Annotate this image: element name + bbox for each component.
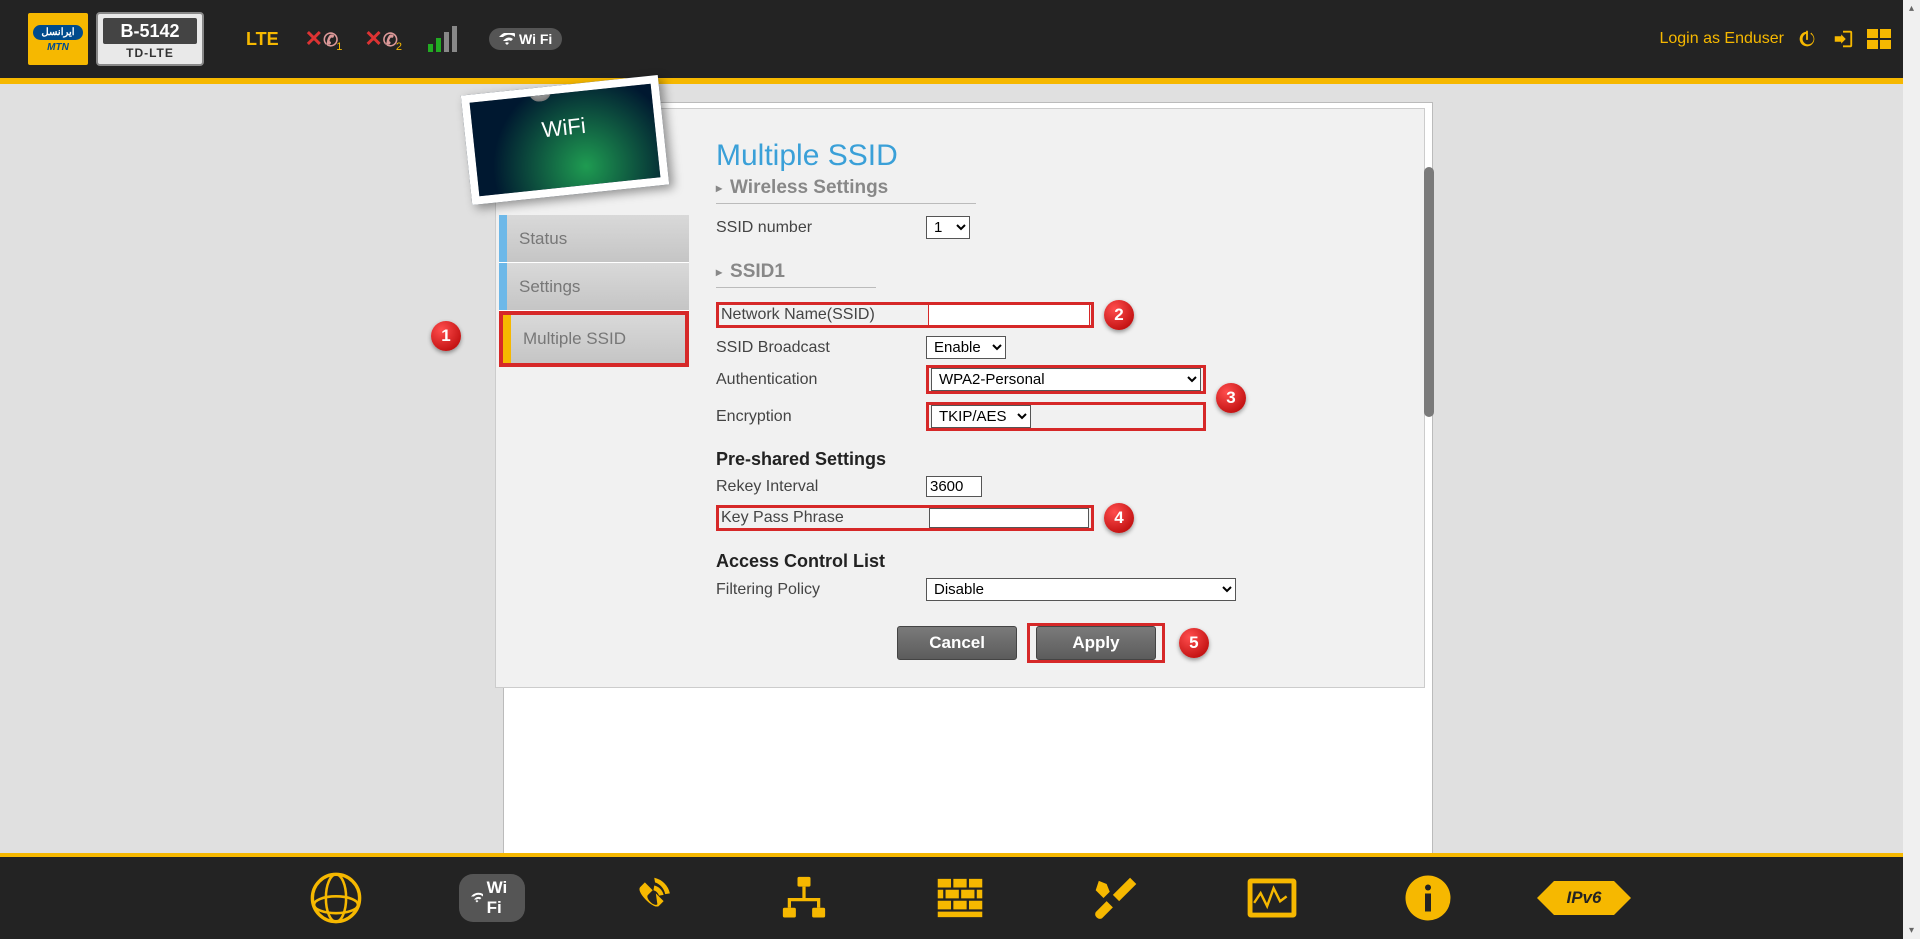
network-name-label: Network Name(SSID): [721, 306, 925, 324]
rekey-interval-label: Rekey Interval: [716, 478, 926, 496]
psk-header: Pre-shared Settings: [716, 449, 1384, 470]
logout-icon[interactable]: [1830, 26, 1856, 52]
acl-header: Access Control List: [716, 551, 1384, 572]
monitor-nav-icon[interactable]: [1242, 868, 1302, 928]
callout-badge-4: 4: [1104, 503, 1134, 533]
bottom-nav: Wi Fi IPv6: [0, 853, 1920, 939]
rekey-interval-input[interactable]: [926, 476, 982, 497]
encryption-select[interactable]: TKIP/AES: [931, 405, 1031, 428]
firewall-nav-icon[interactable]: [930, 868, 990, 928]
ssid-number-label: SSID number: [716, 219, 926, 237]
sidebar-item-label: Settings: [519, 277, 580, 297]
ssid-number-select[interactable]: 1: [926, 216, 970, 239]
info-nav-icon[interactable]: [1398, 868, 1458, 928]
sidebar-item-settings[interactable]: Settings: [499, 263, 689, 311]
panel-scrollbar-thumb[interactable]: [1424, 167, 1434, 417]
sidebar-item-label: Status: [519, 229, 567, 249]
globe-icon[interactable]: [306, 868, 366, 928]
ssid-broadcast-label: SSID Broadcast: [716, 339, 926, 357]
grid-icon[interactable]: [1866, 26, 1892, 52]
ipv6-nav-icon[interactable]: IPv6: [1554, 868, 1614, 928]
wifi-nav-icon[interactable]: Wi Fi: [462, 868, 522, 928]
header-bar: ایرانسل MTN B-5142 TD-LTE LTE ✕✆ 1 ✕✆ 2 …: [0, 0, 1920, 78]
scroll-down-icon[interactable]: ▾: [1903, 922, 1920, 939]
device-tech: TD-LTE: [126, 46, 174, 60]
wifi-tile-label: WiFi: [472, 106, 656, 151]
network-nav-icon[interactable]: [774, 868, 834, 928]
authentication-select[interactable]: WPA2-Personal: [931, 368, 1201, 391]
brand-logo: ایرانسل MTN: [28, 13, 88, 65]
callout-badge-1: 1: [431, 321, 461, 351]
settings-panel: WiFi Status Settings 1 Multiple SSID: [495, 108, 1425, 688]
window-scrollbar[interactable]: ▴ ▾: [1903, 0, 1920, 939]
sidebar-item-status[interactable]: Status: [499, 215, 689, 263]
lte-indicator: LTE: [246, 29, 279, 50]
ssid1-header: SSID1: [716, 261, 876, 288]
network-name-input[interactable]: [929, 305, 1089, 325]
form-area: Multiple SSID Wireless Settings SSID num…: [716, 139, 1384, 663]
wireless-settings-header: Wireless Settings: [716, 177, 976, 204]
brand-text: MTN: [47, 42, 69, 53]
brand-oval: ایرانسل: [33, 25, 82, 40]
callout-badge-5: 5: [1179, 628, 1209, 658]
scroll-up-icon[interactable]: ▴: [1903, 0, 1920, 17]
callout-badge-3: 3: [1216, 383, 1246, 413]
tools-nav-icon[interactable]: [1086, 868, 1146, 928]
ssid-broadcast-select[interactable]: Enable: [926, 336, 1006, 359]
call-line-2-icon: ✕✆ 2: [364, 26, 404, 52]
apply-button[interactable]: Apply: [1036, 626, 1156, 660]
phone-nav-icon[interactable]: [618, 868, 678, 928]
key-passphrase-label: Key Pass Phrase: [721, 509, 925, 527]
sidebar-item-multiple-ssid[interactable]: Multiple SSID: [499, 311, 689, 367]
page-title: Multiple SSID: [716, 139, 1384, 173]
authentication-label: Authentication: [716, 371, 926, 389]
side-nav: Status Settings 1 Multiple SSID: [499, 215, 689, 367]
sidebar-item-label: Multiple SSID: [523, 329, 626, 349]
cancel-button[interactable]: Cancel: [897, 626, 1017, 660]
device-model-badge: B-5142 TD-LTE: [96, 12, 204, 66]
wifi-status-pill: Wi Fi: [489, 28, 562, 50]
power-icon[interactable]: [1794, 26, 1820, 52]
encryption-label: Encryption: [716, 408, 926, 426]
filtering-policy-select[interactable]: Disable: [926, 578, 1236, 601]
wifi-category-tile: WiFi: [461, 75, 669, 205]
device-model: B-5142: [103, 18, 197, 44]
login-enduser-link[interactable]: Login as Enduser: [1659, 30, 1784, 48]
callout-badge-2: 2: [1104, 300, 1134, 330]
filtering-policy-label: Filtering Policy: [716, 581, 926, 599]
key-passphrase-input[interactable]: [929, 508, 1089, 528]
signal-strength-icon: [428, 26, 457, 52]
call-line-1-icon: ✕✆ 1: [305, 26, 345, 52]
